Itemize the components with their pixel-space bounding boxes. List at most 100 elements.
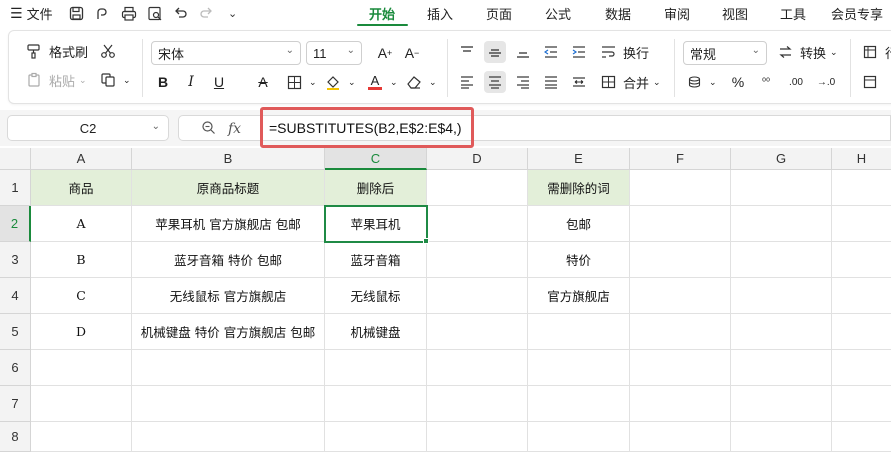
cell-g6[interactable] bbox=[731, 350, 832, 386]
cell-h7[interactable] bbox=[832, 386, 891, 422]
cell-g8[interactable] bbox=[731, 422, 832, 452]
print-icon[interactable] bbox=[119, 3, 139, 23]
align-right-button[interactable] bbox=[512, 71, 534, 93]
cell-h8[interactable] bbox=[832, 422, 891, 452]
cell-b2[interactable]: 苹果耳机 官方旗舰店 包邮 bbox=[132, 206, 325, 242]
decimal-adjust-button[interactable]: .00 bbox=[785, 71, 807, 93]
decrease-font-button[interactable]: A − bbox=[401, 42, 423, 64]
cell-a7[interactable] bbox=[31, 386, 132, 422]
cell-b3[interactable]: 蓝牙音箱 特价 包邮 bbox=[132, 242, 325, 278]
tab-insert[interactable]: 插入 bbox=[410, 0, 470, 26]
cell-h2[interactable] bbox=[832, 206, 891, 242]
currency-button[interactable]: ⌄ bbox=[683, 71, 717, 93]
font-color-dropdown-icon[interactable]: ⌄ bbox=[390, 77, 398, 88]
cell-g2[interactable] bbox=[731, 206, 832, 242]
select-all-corner[interactable] bbox=[0, 148, 31, 170]
cell-e8[interactable] bbox=[528, 422, 630, 452]
cell-h5[interactable] bbox=[832, 314, 891, 350]
cell-e5[interactable] bbox=[528, 314, 630, 350]
font-size-select[interactable]: 11 ⌄ bbox=[306, 41, 362, 65]
tab-home[interactable]: 开始 bbox=[355, 0, 410, 26]
cell-d3[interactable] bbox=[427, 242, 528, 278]
redo-icon[interactable] bbox=[197, 3, 217, 23]
cell-e3[interactable]: 特价 bbox=[528, 242, 630, 278]
tab-page[interactable]: 页面 bbox=[470, 0, 528, 26]
cell-h6[interactable] bbox=[832, 350, 891, 386]
decrease-indent-button[interactable] bbox=[540, 41, 562, 63]
cell-d6[interactable] bbox=[427, 350, 528, 386]
font-name-select[interactable]: 宋体 ⌄ bbox=[151, 41, 301, 65]
cell-f8[interactable] bbox=[630, 422, 731, 452]
worksheet-button[interactable] bbox=[859, 71, 881, 93]
format-painter-button[interactable]: 格式刷 bbox=[23, 40, 88, 62]
underline-button[interactable]: U bbox=[208, 71, 230, 93]
cell-b4[interactable]: 无线鼠标 官方旗舰店 bbox=[132, 278, 325, 314]
row-header-1[interactable]: 1 bbox=[0, 170, 31, 206]
fill-color-button[interactable]: ⌄ bbox=[322, 71, 356, 93]
column-header-d[interactable]: D bbox=[427, 148, 528, 170]
cell-d2[interactable] bbox=[427, 206, 528, 242]
cell-h1[interactable] bbox=[832, 170, 891, 206]
cell-e7[interactable] bbox=[528, 386, 630, 422]
paste-button[interactable]: 粘贴 ⌄ bbox=[23, 69, 87, 91]
file-menu[interactable]: ☰ 文件 bbox=[10, 4, 53, 23]
zoom-search-icon[interactable] bbox=[201, 120, 216, 138]
cell-c3[interactable]: 蓝牙音箱 bbox=[325, 242, 427, 278]
fx-icon[interactable]: fx bbox=[228, 121, 241, 137]
increase-indent-button[interactable] bbox=[568, 41, 590, 63]
increase-font-button[interactable]: A + bbox=[374, 42, 396, 64]
name-box[interactable]: C2 ⌄ bbox=[7, 115, 169, 141]
fill-color-dropdown-icon[interactable]: ⌄ bbox=[348, 77, 356, 88]
distributed-align-button[interactable] bbox=[568, 71, 590, 93]
cell-e4[interactable]: 官方旗舰店 bbox=[528, 278, 630, 314]
cell-g4[interactable] bbox=[731, 278, 832, 314]
undo-icon[interactable] bbox=[171, 3, 191, 23]
cell-g1[interactable] bbox=[731, 170, 832, 206]
fill-handle[interactable] bbox=[423, 238, 429, 244]
strikethrough-button[interactable]: A bbox=[252, 71, 274, 93]
row-header-5[interactable]: 5 bbox=[0, 314, 31, 350]
wrap-text-button[interactable]: 换行 bbox=[597, 41, 649, 63]
cell-a3[interactable]: B bbox=[31, 242, 132, 278]
cell-c5[interactable]: 机械键盘 bbox=[325, 314, 427, 350]
column-header-b[interactable]: B bbox=[132, 148, 325, 170]
cell-f4[interactable] bbox=[630, 278, 731, 314]
currency-dropdown-icon[interactable]: ⌄ bbox=[709, 77, 717, 88]
clear-format-dropdown-icon[interactable]: ⌄ bbox=[429, 77, 437, 88]
align-middle-button[interactable] bbox=[484, 41, 506, 63]
cell-c7[interactable] bbox=[325, 386, 427, 422]
cell-d1[interactable] bbox=[427, 170, 528, 206]
tab-review[interactable]: 审阅 bbox=[648, 0, 706, 26]
row-header-4[interactable]: 4 bbox=[0, 278, 31, 314]
merge-button[interactable]: 合并 ⌄ bbox=[597, 71, 661, 93]
tab-membership[interactable]: 会员专享 bbox=[822, 0, 891, 26]
row-header-8[interactable]: 8 bbox=[0, 422, 31, 452]
cell-d8[interactable] bbox=[427, 422, 528, 452]
column-header-e[interactable]: E bbox=[528, 148, 630, 170]
cell-a5[interactable]: D bbox=[31, 314, 132, 350]
row-header-6[interactable]: 6 bbox=[0, 350, 31, 386]
number-format-select[interactable]: 常规 ⌄ bbox=[683, 41, 767, 65]
tab-view[interactable]: 视图 bbox=[706, 0, 764, 26]
cell-b7[interactable] bbox=[132, 386, 325, 422]
save-icon[interactable] bbox=[67, 3, 87, 23]
cell-c4[interactable]: 无线鼠标 bbox=[325, 278, 427, 314]
cell-g7[interactable] bbox=[731, 386, 832, 422]
copy-button[interactable]: ⌄ bbox=[97, 69, 131, 91]
share-icon[interactable] bbox=[93, 3, 113, 23]
column-header-g[interactable]: G bbox=[731, 148, 832, 170]
column-header-a[interactable]: A bbox=[31, 148, 132, 170]
column-header-h[interactable]: H bbox=[832, 148, 891, 170]
cell-f2[interactable] bbox=[630, 206, 731, 242]
decimal-increase-button[interactable]: ⁰⁰ bbox=[755, 71, 777, 93]
cell-f7[interactable] bbox=[630, 386, 731, 422]
align-top-button[interactable] bbox=[456, 41, 478, 63]
convert-button[interactable]: 转换 ⌄ bbox=[774, 41, 838, 63]
cell-f3[interactable] bbox=[630, 242, 731, 278]
cut-button[interactable] bbox=[97, 40, 119, 62]
cell-b8[interactable] bbox=[132, 422, 325, 452]
border-dropdown-icon[interactable]: ⌄ bbox=[309, 77, 317, 88]
cell-c6[interactable] bbox=[325, 350, 427, 386]
cell-a8[interactable] bbox=[31, 422, 132, 452]
cell-g5[interactable] bbox=[731, 314, 832, 350]
